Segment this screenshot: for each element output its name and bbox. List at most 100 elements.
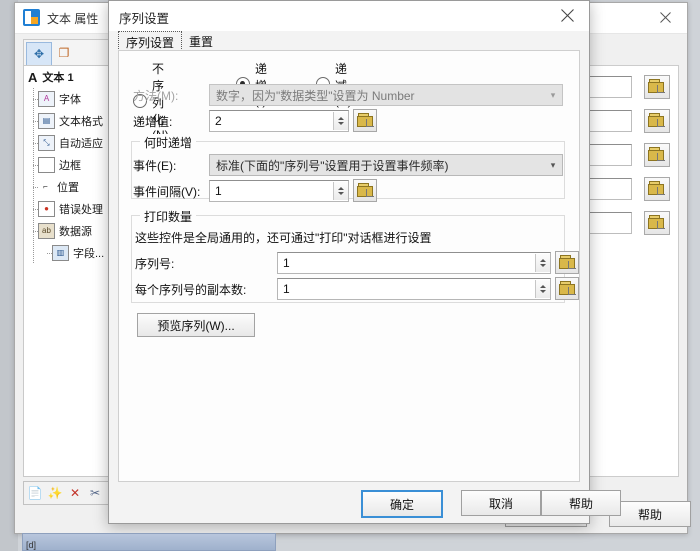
cut-icon[interactable]: ✂ xyxy=(87,485,103,501)
dialog-title-bar: 序列设置 xyxy=(109,1,589,31)
copies-per-serial-stepper[interactable]: 1 xyxy=(277,278,551,300)
browse-folder-icon xyxy=(357,113,374,127)
border-icon xyxy=(38,157,55,173)
browse-button-4[interactable] xyxy=(644,177,670,201)
event-interval-stepper[interactable]: 1 xyxy=(209,180,349,202)
sidebar-item-label: 自动适应 xyxy=(59,138,103,150)
browse-button-3[interactable] xyxy=(644,143,670,167)
tab-reset[interactable]: 重置 xyxy=(182,31,220,51)
browse-folder-icon xyxy=(648,181,665,195)
tab-panel-serialization: 不序列化(N) 递增(I) 递减(D) 方法(M): 数字，因为"数据类型"设置… xyxy=(118,50,580,482)
sidebar-item-label: 错误处理 xyxy=(59,204,103,216)
increment-value-stepper[interactable]: 2 xyxy=(209,110,349,132)
error-handling-icon: ● xyxy=(38,201,55,217)
layers-tool[interactable]: ❐ xyxy=(52,42,76,64)
method-value: 数字，因为"数据类型"设置为 Number xyxy=(216,88,415,103)
browse-folder-icon xyxy=(648,147,665,161)
print-quantity-note: 这些控件是全局通用的，还可通过"打印"对话框进行设置 xyxy=(135,231,432,245)
tree-action-toolbar: 📄 ✨ ✕ ✂ xyxy=(23,481,109,505)
browse-folder-icon xyxy=(559,255,576,269)
delete-icon[interactable]: ✕ xyxy=(67,485,83,501)
magic-wand-icon[interactable]: ✨ xyxy=(47,485,63,501)
sidebar-item-label: 数据源 xyxy=(59,226,92,238)
print-quantity-title: 打印数量 xyxy=(140,208,197,225)
browse-button-1[interactable] xyxy=(644,75,670,99)
event-combobox[interactable]: 标准(下面的"序列号"设置用于设置事件频率) ▾ xyxy=(209,154,563,176)
method-label: 方法(M): xyxy=(133,89,179,103)
position-icon: ⌐ xyxy=(43,182,48,191)
sidebar-item-border[interactable]: 边框 xyxy=(24,154,108,176)
data-source-icon: ab xyxy=(38,223,55,239)
serial-number-stepper[interactable]: 1 xyxy=(277,252,551,274)
field-icon: ▥ xyxy=(52,245,69,261)
new-item-icon[interactable]: 📄 xyxy=(27,485,43,501)
window-title: 文本 属性 xyxy=(47,12,99,26)
object-select-icon: ✥ xyxy=(33,47,45,61)
taskbar[interactable] xyxy=(22,533,276,551)
copies-per-serial-input[interactable]: 1 xyxy=(278,282,535,296)
stepper-buttons[interactable] xyxy=(535,280,550,298)
increment-browse-button[interactable] xyxy=(353,109,377,132)
serial-number-browse-button[interactable] xyxy=(555,251,579,274)
browse-folder-icon xyxy=(648,113,665,127)
sidebar-item-field[interactable]: ▥ 字段... xyxy=(24,242,108,264)
stepper-buttons[interactable] xyxy=(333,182,348,200)
browse-folder-icon xyxy=(648,215,665,229)
text-format-icon: ▤ xyxy=(38,113,55,129)
dialog-title: 序列设置 xyxy=(119,12,170,26)
sidebar-item-label: 边框 xyxy=(59,160,81,172)
chevron-down-icon: ▾ xyxy=(550,89,556,100)
browse-button-2[interactable] xyxy=(644,109,670,133)
sidebar-item-text-format[interactable]: ▤ 文本格式 xyxy=(24,110,108,132)
text-A-icon: A xyxy=(28,69,38,85)
sidebar-item-label: 位置 xyxy=(57,182,79,194)
object-select-tool[interactable]: ✥ xyxy=(26,42,52,66)
preview-sequence-button[interactable]: 预览序列(W)... xyxy=(137,313,255,337)
stepper-buttons[interactable] xyxy=(535,254,550,272)
serial-number-label: 序列号: xyxy=(135,257,175,271)
auto-fit-icon: ⤡ xyxy=(38,135,55,151)
event-interval-input[interactable]: 1 xyxy=(210,184,333,198)
sidebar-item-label: 字体 xyxy=(59,94,81,106)
dialog-tabs: 序列设置 重置 xyxy=(118,31,580,53)
sidebar-item-label: 字段... xyxy=(73,248,105,260)
event-label: 事件(E): xyxy=(133,159,177,173)
event-value: 标准(下面的"序列号"设置用于设置事件频率) xyxy=(216,158,449,173)
method-combobox: 数字，因为"数据类型"设置为 Number ▾ xyxy=(209,84,563,106)
app-logo-icon xyxy=(23,9,40,26)
sidebar-item-label: 文本格式 xyxy=(59,116,103,128)
increment-value-input[interactable]: 2 xyxy=(210,114,333,128)
taskbar-label: [d] xyxy=(26,540,37,550)
browse-folder-icon xyxy=(357,183,374,197)
help-button[interactable]: 帮助 xyxy=(541,490,621,516)
dialog-close-icon[interactable] xyxy=(545,1,589,30)
copies-per-serial-label: 每个序列号的副本数: xyxy=(135,283,247,297)
cancel-button[interactable]: 取消 xyxy=(461,490,541,516)
sidebar-item-auto-fit[interactable]: ⤡ 自动适应 xyxy=(24,132,108,154)
event-interval-browse-button[interactable] xyxy=(353,179,377,202)
event-interval-label: 事件间隔(V): xyxy=(133,185,201,199)
browse-folder-icon xyxy=(559,281,576,295)
stepper-buttons[interactable] xyxy=(333,112,348,130)
serialization-settings-dialog: 序列设置 序列设置 重置 不序列化(N) 递增(I) 递减(D) xyxy=(108,0,621,524)
chevron-down-icon: ▾ xyxy=(550,159,556,170)
tree-root-label: 文本 1 xyxy=(42,72,74,84)
object-toolbar: ✥ ❐ xyxy=(23,39,109,67)
sidebar-item-position[interactable]: ⌐ 位置 xyxy=(24,176,108,198)
ok-button[interactable]: 确定 xyxy=(361,490,443,518)
sidebar-item-data-source[interactable]: ab 数据源 xyxy=(24,220,108,242)
browse-folder-icon xyxy=(648,79,665,93)
browse-button-5[interactable] xyxy=(644,211,670,235)
tree-root-item[interactable]: A 文本 1 xyxy=(24,66,108,88)
window-close-icon[interactable] xyxy=(643,3,687,32)
sidebar-item-font[interactable]: A 字体 xyxy=(24,88,108,110)
increment-value-label: 递增值: xyxy=(133,115,173,129)
copies-per-serial-browse-button[interactable] xyxy=(555,277,579,300)
sidebar-item-error-handling[interactable]: ● 错误处理 xyxy=(24,198,108,220)
serial-number-input[interactable]: 1 xyxy=(278,256,535,270)
properties-tree[interactable]: A 文本 1 A 字体 ▤ 文本格式 ⤡ 自动适应 边框 ⌐ 位置 ● 错误处理… xyxy=(23,65,109,477)
when-increment-title: 何时递增 xyxy=(140,134,197,151)
font-icon: A xyxy=(38,91,55,107)
layers-icon: ❐ xyxy=(58,46,70,60)
help-button[interactable]: 帮助 xyxy=(609,501,691,527)
